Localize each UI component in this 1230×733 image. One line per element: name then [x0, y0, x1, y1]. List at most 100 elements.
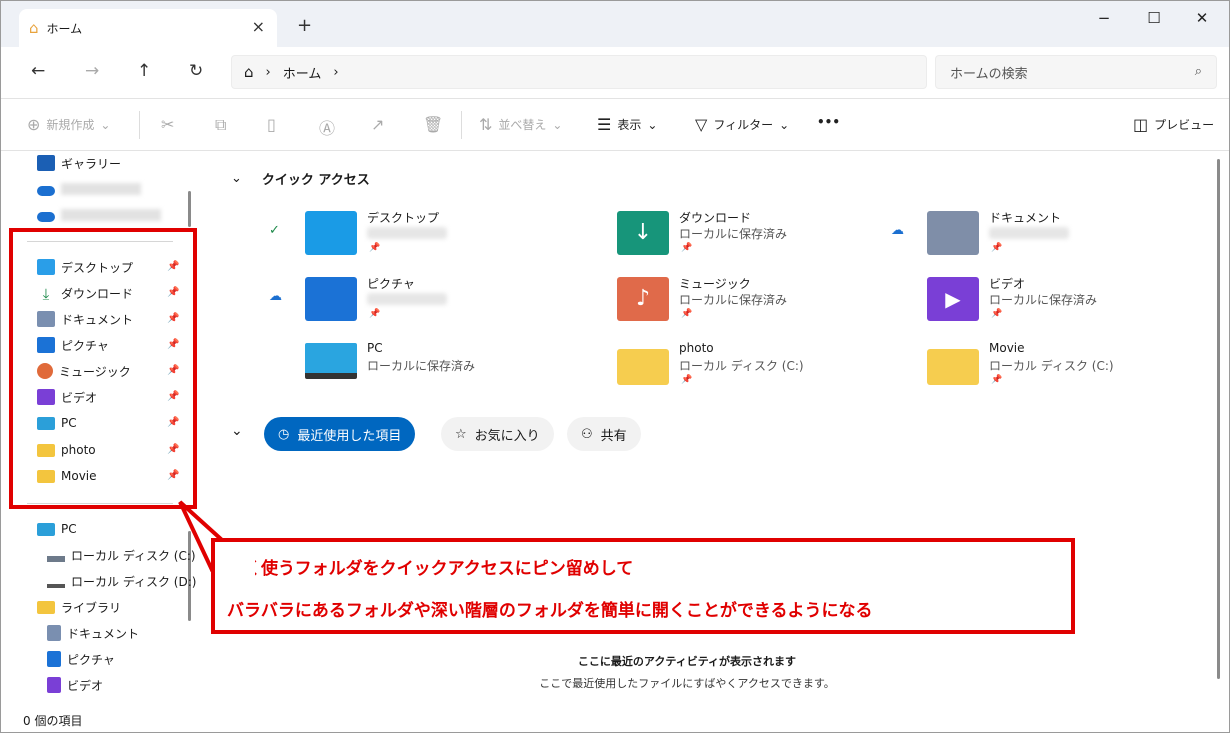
chevron-down-icon: ⌄	[779, 117, 790, 132]
paste-button[interactable]: ▯	[267, 115, 276, 134]
close-tab-icon[interactable]: ×	[252, 17, 265, 36]
rename-button[interactable]: Ⓐ	[319, 115, 335, 139]
quick-access-item-music[interactable]: ♪ ミュージック ローカルに保存済み 📌	[617, 275, 917, 329]
tab-home[interactable]: ⌂ ホーム ×	[19, 9, 277, 47]
quick-access-item-videos[interactable]: ▶ ビデオ ローカルに保存済み 📌	[927, 275, 1227, 329]
sidebar-item-label: ローカル ディスク (D:)	[71, 574, 197, 589]
copy-button[interactable]: ⧉	[215, 115, 226, 135]
gallery-icon	[37, 155, 55, 171]
tab-label: ホーム	[46, 21, 83, 36]
maximize-button[interactable]: ☐	[1139, 9, 1169, 27]
tab-shared[interactable]: ⚇ 共有	[567, 417, 641, 451]
item-status: ローカル ディスク (C:)	[989, 359, 1114, 373]
more-button[interactable]: •••	[817, 115, 840, 129]
chevron-down-icon: ⌄	[552, 117, 563, 132]
sort-icon: ⇅	[479, 115, 493, 134]
sidebar-item-lib-videos[interactable]: ビデオ	[47, 675, 103, 695]
divider	[461, 111, 462, 139]
item-name: ビデオ	[989, 277, 1026, 291]
monitor-icon	[305, 343, 357, 379]
address-bar-row: ← → ↑ ↻ ⌂ › ホーム › ホームの検索 ⌕	[1, 47, 1229, 99]
sort-label: 並べ替え	[498, 118, 547, 132]
quick-access-item-pc[interactable]: PC ローカルに保存済み	[305, 341, 605, 395]
pin-icon: 📌	[681, 309, 693, 319]
pin-icon: 📌	[991, 309, 1003, 319]
quick-access-header[interactable]: ⌄ クイック アクセス	[231, 169, 370, 188]
sidebar-item-drive-d[interactable]: ローカル ディスク (D:)	[47, 571, 196, 591]
sidebar-item-lib-pictures[interactable]: ピクチャ	[47, 649, 115, 669]
tab-label: 最近使用した項目	[297, 428, 402, 444]
chevron-right-icon[interactable]: ›	[333, 65, 338, 80]
star-icon: ☆	[455, 426, 467, 442]
tab-favorites[interactable]: ☆ お気に入り	[441, 417, 554, 451]
chevron-right-icon: ›	[265, 64, 271, 80]
item-status: ローカルに保存済み	[367, 359, 476, 373]
new-tab-button[interactable]: +	[297, 15, 312, 36]
search-placeholder: ホームの検索	[950, 66, 1028, 82]
clock-icon: ◷	[278, 426, 290, 442]
new-button[interactable]: ⊕ 新規作成 ⌄	[27, 115, 110, 134]
sidebar-item-label: ビデオ	[67, 678, 104, 693]
annotation-line-1: よく使うフォルダをクイックアクセスにピン留めして	[227, 559, 634, 579]
preview-button[interactable]: ◫ プレビュー	[1133, 115, 1214, 134]
forward-button[interactable]: →	[85, 61, 99, 81]
chevron-down-icon: ⌄	[647, 117, 658, 132]
sidebar-item-lib-documents[interactable]: ドキュメント	[47, 623, 139, 643]
callout-joint-cover	[215, 542, 255, 582]
item-status: ローカル ディスク (C:)	[679, 359, 804, 373]
sidebar-item-onedrive[interactable]	[37, 179, 141, 199]
cloud-icon	[37, 212, 55, 222]
pin-icon: 📌	[681, 243, 693, 253]
search-icon: ⌕	[1194, 64, 1202, 79]
sidebar-item-pc[interactable]: PC	[37, 519, 77, 539]
address-bar[interactable]: ⌂ › ホーム ›	[231, 55, 927, 89]
pin-icon: 📌	[369, 309, 381, 319]
search-input[interactable]: ホームの検索 ⌕	[935, 55, 1217, 89]
refresh-button[interactable]: ↻	[189, 61, 203, 81]
divider	[139, 111, 140, 139]
sidebar-item-label: ギャラリー	[61, 156, 122, 171]
preview-pane-icon: ◫	[1133, 115, 1149, 134]
quick-access-item-photo[interactable]: photo ローカル ディスク (C:) 📌	[617, 341, 917, 395]
item-name: ダウンロード	[679, 211, 752, 225]
sidebar-item-onedrive[interactable]	[37, 205, 161, 225]
drive-icon	[47, 584, 65, 588]
folder-icon	[617, 349, 669, 385]
close-window-button[interactable]: ✕	[1187, 9, 1217, 27]
tab-recent[interactable]: ◷ 最近使用した項目	[264, 417, 416, 451]
cloud-icon	[37, 186, 55, 196]
back-button[interactable]: ←	[31, 61, 45, 81]
sidebar-item-libraries[interactable]: ライブラリ	[37, 597, 121, 617]
up-button[interactable]: ↑	[137, 61, 151, 81]
item-status: ローカルに保存済み	[679, 293, 788, 307]
trash-icon: 🗑	[423, 115, 444, 134]
view-button[interactable]: ☰ 表示 ⌄	[597, 115, 657, 134]
quick-access-item-pictures[interactable]: ☁ ピクチャ 📌	[269, 275, 605, 329]
download-folder-icon: ↓	[617, 211, 669, 255]
cut-button[interactable]: ✂	[161, 115, 174, 134]
filter-button[interactable]: ▽ フィルター ⌄	[695, 115, 789, 134]
sidebar-scrollbar[interactable]	[188, 191, 191, 227]
item-name: デスクトップ	[367, 211, 440, 225]
share-button[interactable]: ↗	[371, 115, 384, 134]
chevron-down-icon[interactable]: ⌄	[231, 423, 243, 439]
sort-button[interactable]: ⇅ 並べ替え ⌄	[479, 115, 562, 134]
pin-icon: 📌	[991, 243, 1003, 253]
tab-label: お気に入り	[474, 428, 540, 444]
sidebar-item-drive-c[interactable]: ローカル ディスク (C:)	[47, 545, 196, 565]
quick-access-item-desktop[interactable]: ✓ デスクトップ 📌	[269, 209, 605, 263]
view-list-icon: ☰	[597, 115, 612, 134]
preview-label: プレビュー	[1154, 118, 1215, 132]
quick-access-item-downloads[interactable]: ↓ ダウンロード ローカルに保存済み 📌	[617, 209, 917, 263]
content-scrollbar[interactable]	[1217, 159, 1220, 679]
quick-access-item-documents[interactable]: ☁ ドキュメント 📌	[891, 209, 1227, 263]
minimize-button[interactable]: −	[1089, 9, 1119, 27]
delete-button[interactable]: 🗑	[423, 115, 443, 134]
cloud-icon: ☁	[269, 289, 282, 304]
breadcrumb-home[interactable]: ホーム	[283, 63, 322, 82]
quick-access-item-movie[interactable]: Movie ローカル ディスク (C:) 📌	[927, 341, 1227, 395]
clipboard-icon: ▯	[267, 115, 276, 134]
item-count: 0 個の項目	[23, 713, 83, 728]
view-label: 表示	[617, 118, 642, 132]
sidebar-item-gallery[interactable]: ギャラリー	[37, 153, 121, 173]
